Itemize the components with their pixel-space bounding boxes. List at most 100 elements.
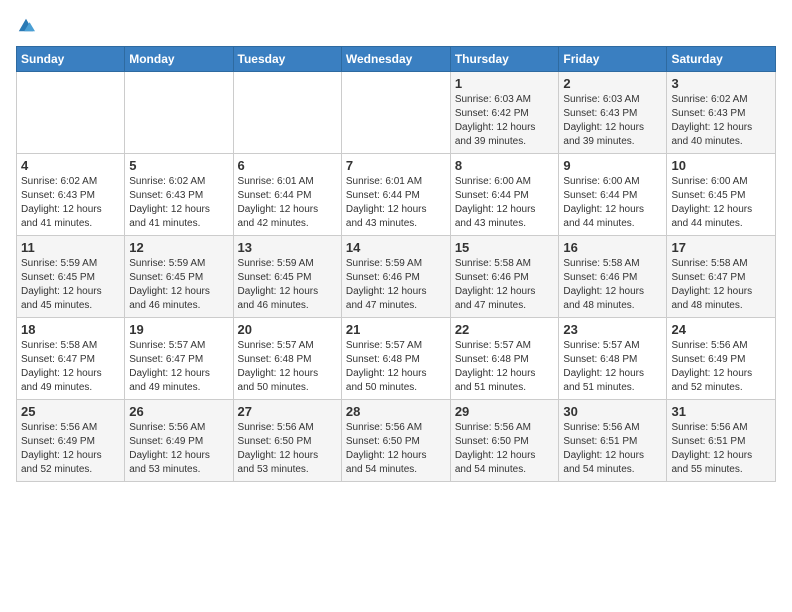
logo-icon xyxy=(17,16,35,34)
calendar-cell xyxy=(17,72,125,154)
day-info: Sunrise: 5:59 AM Sunset: 6:46 PM Dayligh… xyxy=(346,257,446,313)
day-number: 28 xyxy=(346,404,446,419)
day-number: 18 xyxy=(21,322,120,337)
calendar-cell: 8 Sunrise: 6:00 AM Sunset: 6:44 PM Daylig… xyxy=(450,154,559,236)
calendar-table: SundayMondayTuesdayWednesdayThursdayFrid… xyxy=(16,46,776,482)
day-number: 16 xyxy=(563,240,662,255)
day-number: 24 xyxy=(671,322,771,337)
day-number: 17 xyxy=(671,240,771,255)
weekday-header-friday: Friday xyxy=(559,47,667,72)
day-number: 1 xyxy=(455,76,555,91)
weekday-header-wednesday: Wednesday xyxy=(341,47,450,72)
day-info: Sunrise: 5:56 AM Sunset: 6:50 PM Dayligh… xyxy=(238,421,337,477)
day-number: 5 xyxy=(129,158,228,173)
day-number: 3 xyxy=(671,76,771,91)
day-info: Sunrise: 5:56 AM Sunset: 6:49 PM Dayligh… xyxy=(129,421,228,477)
calendar-week-row: 18 Sunrise: 5:58 AM Sunset: 6:47 PM Dayli… xyxy=(17,318,776,400)
calendar-cell: 9Sunrise: 6:00 AM Sunset: 6:44 PM Daylig… xyxy=(559,154,667,236)
day-info: Sunrise: 5:59 AM Sunset: 6:45 PM Dayligh… xyxy=(21,257,120,313)
calendar-cell: 5 Sunrise: 6:02 AM Sunset: 6:43 PM Daylig… xyxy=(125,154,233,236)
calendar-cell: 25 Sunrise: 5:56 AM Sunset: 6:49 PM Dayli… xyxy=(17,400,125,482)
calendar-cell: 15 Sunrise: 5:58 AM Sunset: 6:46 PM Dayli… xyxy=(450,236,559,318)
day-number: 22 xyxy=(455,322,555,337)
day-info: Sunrise: 5:56 AM Sunset: 6:50 PM Dayligh… xyxy=(455,421,555,477)
calendar-cell: 13 Sunrise: 5:59 AM Sunset: 6:45 PM Dayli… xyxy=(233,236,341,318)
day-number: 13 xyxy=(238,240,337,255)
day-number: 19 xyxy=(129,322,228,337)
weekday-header-sunday: Sunday xyxy=(17,47,125,72)
day-number: 10 xyxy=(671,158,771,173)
day-number: 9 xyxy=(563,158,662,173)
day-info: Sunrise: 6:00 AM Sunset: 6:45 PM Dayligh… xyxy=(671,175,771,231)
calendar-cell: 31Sunrise: 5:56 AM Sunset: 6:51 PM Dayli… xyxy=(667,400,776,482)
calendar-week-row: 25 Sunrise: 5:56 AM Sunset: 6:49 PM Dayli… xyxy=(17,400,776,482)
day-number: 8 xyxy=(455,158,555,173)
calendar-week-row: 1Sunrise: 6:03 AM Sunset: 6:42 PM Daylig… xyxy=(17,72,776,154)
day-info: Sunrise: 6:03 AM Sunset: 6:43 PM Dayligh… xyxy=(563,93,662,149)
calendar-cell: 12 Sunrise: 5:59 AM Sunset: 6:45 PM Dayli… xyxy=(125,236,233,318)
calendar-cell: 18 Sunrise: 5:58 AM Sunset: 6:47 PM Dayli… xyxy=(17,318,125,400)
calendar-cell: 2 Sunrise: 6:03 AM Sunset: 6:43 PM Daylig… xyxy=(559,72,667,154)
day-number: 4 xyxy=(21,158,120,173)
day-info: Sunrise: 6:02 AM Sunset: 6:43 PM Dayligh… xyxy=(21,175,120,231)
calendar-cell: 1Sunrise: 6:03 AM Sunset: 6:42 PM Daylig… xyxy=(450,72,559,154)
calendar-cell: 10 Sunrise: 6:00 AM Sunset: 6:45 PM Dayli… xyxy=(667,154,776,236)
day-info: Sunrise: 5:59 AM Sunset: 6:45 PM Dayligh… xyxy=(238,257,337,313)
day-number: 12 xyxy=(129,240,228,255)
logo xyxy=(16,16,35,34)
calendar-cell: 3 Sunrise: 6:02 AM Sunset: 6:43 PM Daylig… xyxy=(667,72,776,154)
day-info: Sunrise: 5:56 AM Sunset: 6:50 PM Dayligh… xyxy=(346,421,446,477)
day-number: 14 xyxy=(346,240,446,255)
page-header xyxy=(16,16,776,34)
day-info: Sunrise: 5:56 AM Sunset: 6:51 PM Dayligh… xyxy=(671,421,771,477)
day-info: Sunrise: 6:00 AM Sunset: 6:44 PM Dayligh… xyxy=(455,175,555,231)
day-number: 2 xyxy=(563,76,662,91)
day-info: Sunrise: 5:58 AM Sunset: 6:46 PM Dayligh… xyxy=(455,257,555,313)
calendar-cell: 6 Sunrise: 6:01 AM Sunset: 6:44 PM Daylig… xyxy=(233,154,341,236)
day-number: 30 xyxy=(563,404,662,419)
weekday-header-tuesday: Tuesday xyxy=(233,47,341,72)
day-info: Sunrise: 6:02 AM Sunset: 6:43 PM Dayligh… xyxy=(129,175,228,231)
calendar-cell: 7 Sunrise: 6:01 AM Sunset: 6:44 PM Daylig… xyxy=(341,154,450,236)
calendar-cell: 26 Sunrise: 5:56 AM Sunset: 6:49 PM Dayli… xyxy=(125,400,233,482)
calendar-cell: 21Sunrise: 5:57 AM Sunset: 6:48 PM Dayli… xyxy=(341,318,450,400)
calendar-cell: 20 Sunrise: 5:57 AM Sunset: 6:48 PM Dayli… xyxy=(233,318,341,400)
calendar-cell xyxy=(233,72,341,154)
day-info: Sunrise: 5:57 AM Sunset: 6:48 PM Dayligh… xyxy=(238,339,337,395)
day-number: 29 xyxy=(455,404,555,419)
day-info: Sunrise: 5:58 AM Sunset: 6:47 PM Dayligh… xyxy=(21,339,120,395)
day-number: 11 xyxy=(21,240,120,255)
day-number: 26 xyxy=(129,404,228,419)
day-info: Sunrise: 6:01 AM Sunset: 6:44 PM Dayligh… xyxy=(238,175,337,231)
weekday-header-saturday: Saturday xyxy=(667,47,776,72)
day-number: 20 xyxy=(238,322,337,337)
calendar-cell: 19Sunrise: 5:57 AM Sunset: 6:47 PM Dayli… xyxy=(125,318,233,400)
day-info: Sunrise: 6:01 AM Sunset: 6:44 PM Dayligh… xyxy=(346,175,446,231)
day-info: Sunrise: 6:02 AM Sunset: 6:43 PM Dayligh… xyxy=(671,93,771,149)
day-info: Sunrise: 5:56 AM Sunset: 6:49 PM Dayligh… xyxy=(671,339,771,395)
day-info: Sunrise: 5:57 AM Sunset: 6:48 PM Dayligh… xyxy=(455,339,555,395)
day-number: 6 xyxy=(238,158,337,173)
day-info: Sunrise: 5:58 AM Sunset: 6:46 PM Dayligh… xyxy=(563,257,662,313)
day-number: 25 xyxy=(21,404,120,419)
calendar-cell: 17 Sunrise: 5:58 AM Sunset: 6:47 PM Dayli… xyxy=(667,236,776,318)
day-number: 15 xyxy=(455,240,555,255)
day-info: Sunrise: 5:57 AM Sunset: 6:48 PM Dayligh… xyxy=(563,339,662,395)
calendar-cell: 24 Sunrise: 5:56 AM Sunset: 6:49 PM Dayli… xyxy=(667,318,776,400)
calendar-cell xyxy=(125,72,233,154)
calendar-cell: 4 Sunrise: 6:02 AM Sunset: 6:43 PM Daylig… xyxy=(17,154,125,236)
day-info: Sunrise: 5:56 AM Sunset: 6:49 PM Dayligh… xyxy=(21,421,120,477)
calendar-cell: 29 Sunrise: 5:56 AM Sunset: 6:50 PM Dayli… xyxy=(450,400,559,482)
day-info: Sunrise: 5:58 AM Sunset: 6:47 PM Dayligh… xyxy=(671,257,771,313)
weekday-header-thursday: Thursday xyxy=(450,47,559,72)
calendar-cell: 16 Sunrise: 5:58 AM Sunset: 6:46 PM Dayli… xyxy=(559,236,667,318)
calendar-cell: 30Sunrise: 5:56 AM Sunset: 6:51 PM Dayli… xyxy=(559,400,667,482)
calendar-cell: 22 Sunrise: 5:57 AM Sunset: 6:48 PM Dayli… xyxy=(450,318,559,400)
weekday-header-monday: Monday xyxy=(125,47,233,72)
calendar-header-row: SundayMondayTuesdayWednesdayThursdayFrid… xyxy=(17,47,776,72)
day-number: 7 xyxy=(346,158,446,173)
calendar-week-row: 11 Sunrise: 5:59 AM Sunset: 6:45 PM Dayli… xyxy=(17,236,776,318)
calendar-cell: 28 Sunrise: 5:56 AM Sunset: 6:50 PM Dayli… xyxy=(341,400,450,482)
day-info: Sunrise: 5:59 AM Sunset: 6:45 PM Dayligh… xyxy=(129,257,228,313)
calendar-cell: 14 Sunrise: 5:59 AM Sunset: 6:46 PM Dayli… xyxy=(341,236,450,318)
